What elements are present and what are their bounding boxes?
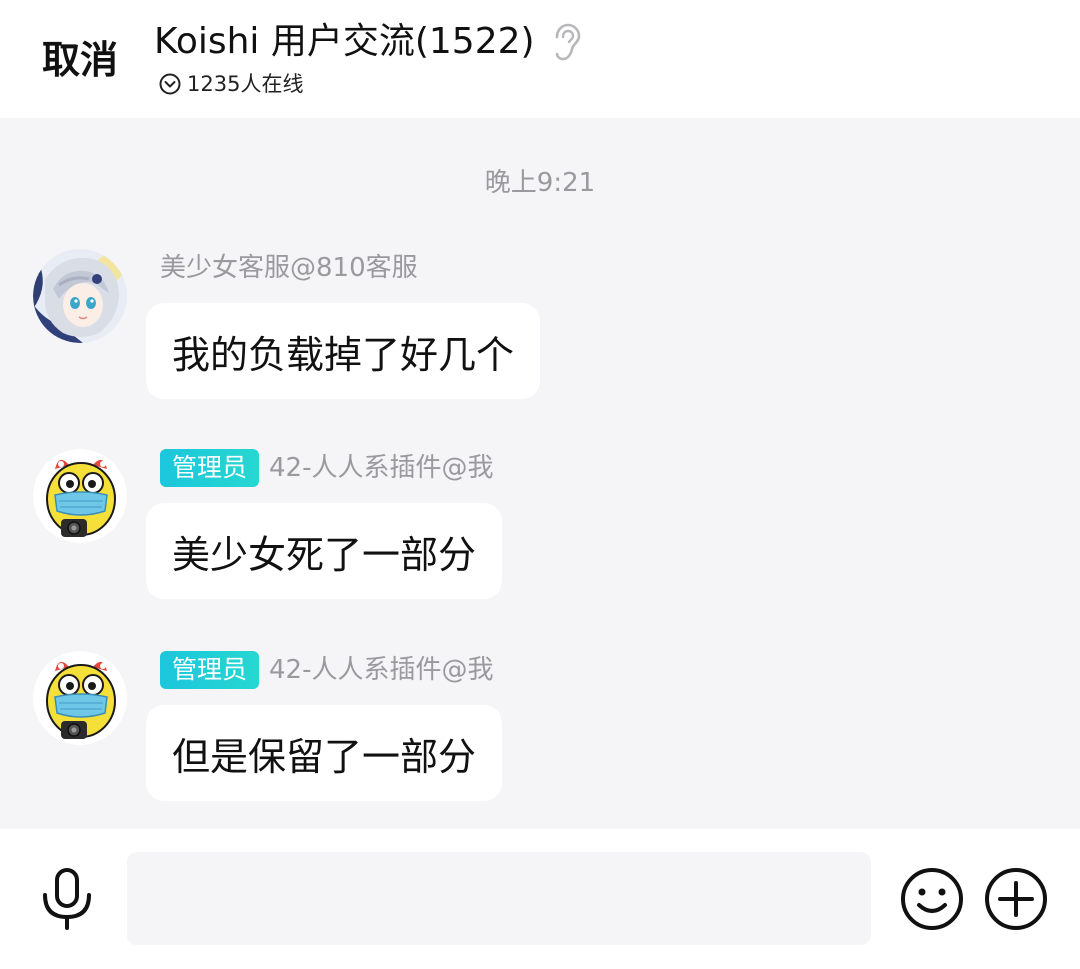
- message-input[interactable]: [127, 852, 871, 945]
- sender-name[interactable]: 42-人人系插件@我: [269, 651, 493, 689]
- smiley-icon[interactable]: [900, 867, 964, 931]
- message-meta: 美少女客服@810客服: [160, 249, 418, 287]
- message-bubble[interactable]: 我的负载掉了好几个: [146, 303, 541, 399]
- admin-badge: 管理员: [160, 651, 260, 689]
- message-bubble[interactable]: 美少女死了一部分: [146, 503, 503, 599]
- yellow-mascot-avatar[interactable]: [33, 449, 127, 543]
- group-title[interactable]: Koishi 用户交流(1522): [154, 18, 535, 66]
- ear-icon[interactable]: [551, 23, 581, 61]
- chevron-down-circle-icon: [159, 73, 181, 95]
- plus-circle-icon[interactable]: [984, 867, 1048, 931]
- time-divider: 晚上9:21: [484, 168, 596, 198]
- cancel-button[interactable]: 取消: [42, 36, 118, 84]
- online-status-row[interactable]: 1235人在线: [159, 70, 303, 98]
- anime-girl-avatar[interactable]: [33, 249, 127, 343]
- sender-name[interactable]: 美少女客服@810客服: [160, 249, 418, 287]
- microphone-icon[interactable]: [38, 867, 96, 931]
- online-count: 1235人在线: [187, 72, 304, 96]
- yellow-mascot-avatar[interactable]: [33, 651, 127, 745]
- message-meta: 管理员 42-人人系插件@我: [160, 449, 493, 487]
- message-bubble[interactable]: 但是保留了一部分: [146, 705, 503, 801]
- chat-header: 取消 Koishi 用户交流(1522) 1235人在线: [0, 0, 1080, 118]
- admin-badge: 管理员: [160, 449, 260, 487]
- message-meta: 管理员 42-人人系插件@我: [160, 651, 493, 689]
- title-row: Koishi 用户交流(1522): [154, 18, 581, 66]
- sender-name[interactable]: 42-人人系插件@我: [269, 449, 493, 487]
- input-bar: [0, 829, 1080, 969]
